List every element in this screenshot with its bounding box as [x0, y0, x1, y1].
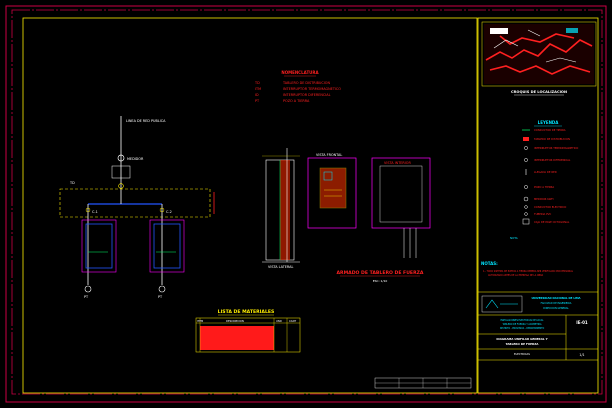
front-view-label: VISTA FRONTAL: [316, 153, 342, 157]
circuit-label-2: C-2: [166, 210, 172, 214]
legend-symbol-9: [524, 212, 528, 216]
logo-mark: [485, 299, 518, 309]
nomenclature-code-2: ITM: [255, 87, 261, 91]
legend-symbol-4: [524, 158, 528, 162]
project-line-1: INSTALACIONES ELECTRICAS DE LOCAL: [500, 319, 544, 322]
legend-title: LEYENDA: [538, 120, 560, 125]
board-layout-title: ARMADO DE TABLERO DE FUERZA: [336, 270, 423, 276]
drawing-title-line-1: DIAGRAMA UNIFILAR GENERAL Y: [496, 337, 548, 341]
title-block: UNIVERSIDAD NACIONAL DE LIMA FACULTAD DE…: [478, 291, 598, 361]
ground-icon-2: [158, 285, 166, 293]
interior-view-cabinet: [371, 157, 431, 229]
legend-item-1: CONDUCTOR DE TIERRA: [534, 128, 566, 132]
board-label: TD: [69, 181, 75, 185]
board-layout-scale: ESC: 1/10: [373, 279, 388, 283]
sheet-number: 1/1: [579, 353, 584, 357]
location-map-title: CROQUIS DE LOCALIZACION: [511, 90, 567, 94]
legend-footer: NOTA: [510, 236, 518, 240]
legend-item-6: POZO A TIERRA: [534, 185, 554, 189]
nomenclature-text-3: INTERRUPTOR DIFERENCIAL: [283, 93, 331, 97]
ground-icon-1: [84, 285, 92, 293]
materials-body: [200, 326, 274, 350]
board-assembly: VISTA LATERAL VISTA FRONTAL VISTA INTERI…: [262, 148, 431, 283]
legend-item-8: CONDUCTOR ELECTRICO: [534, 205, 566, 209]
nomenclature-code-4: PT: [255, 99, 260, 103]
legend-item-7: MEDIDOR KWH: [534, 197, 553, 201]
side-view-label: VISTA LATERAL: [268, 265, 293, 269]
notes: NOTAS: 1.- TODO SISTEMA DE PUESTA A TIER…: [481, 261, 574, 277]
ground-label-1: PT: [84, 295, 89, 299]
materials-col-desc: DESCRIPCION: [226, 319, 244, 323]
drawing-title-line-2: TABLERO DE FUERZA: [506, 342, 540, 346]
nomenclature-code-3: ID: [255, 93, 259, 97]
revision-table: [374, 377, 472, 389]
distribution-board-outline: [59, 188, 211, 218]
single-line-diagram: LINEA DE RED PUBLICA MEDIDOR TD C-1 PT C…: [59, 116, 215, 299]
notes-title: NOTAS:: [481, 261, 498, 266]
materials-list: LISTA DE MATERIALES ITEM DESCRIPCION UND…: [195, 309, 301, 353]
legend-item-3: INTERRUPTOR TERMOMAGNETICO: [534, 146, 578, 150]
legend: LEYENDA CONDUCTOR DE TIERRA TABLERO DE D…: [510, 120, 578, 240]
project-line-2: TABLERO DE FUERZA Y ACOMETIDA: [502, 323, 542, 326]
source-label: LINEA DE RED PUBLICA: [126, 119, 166, 123]
nomenclature-title: NOMENCLATURA: [281, 70, 319, 75]
legend-item-2: TABLERO DE DISTRIBUCION: [534, 137, 570, 141]
legend-item-4: INTERRUPTOR DIFERENCIAL: [534, 158, 571, 162]
branch-1-panel: [81, 219, 117, 273]
interior-view-label: VISTA INTERIOR: [384, 161, 411, 165]
meter-label: MEDIDOR: [127, 157, 144, 161]
branch-2-panel: [149, 219, 185, 273]
legend-symbol-6: [524, 185, 528, 189]
nomenclature-text-2: INTERRUPTOR TERMOMAGNETICO: [283, 87, 341, 91]
nomenclature-code-1: TD: [254, 81, 260, 85]
notes-line-1: 1.- TODO SISTEMA DE PUESTA A TIERRA DEBE…: [483, 270, 574, 273]
nomenclature-text-1: TABLERO DE DISTRIBUCION: [282, 81, 330, 85]
nomenclature-block: NOMENCLATURA TD TABLERO DE DISTRIBUCION …: [254, 70, 341, 103]
sheet-code: IE-01: [576, 320, 588, 325]
materials-col-qty: CANT: [289, 319, 297, 323]
legend-symbol-8: [524, 205, 528, 209]
materials-title: LISTA DE MATERIALES: [218, 309, 275, 315]
legend-symbol-2: [523, 137, 529, 141]
materials-col-unit: UND: [276, 319, 282, 323]
institution-line-1: UNIVERSIDAD NACIONAL DE LIMA: [531, 296, 580, 300]
location-map: CROQUIS DE LOCALIZACION: [481, 21, 597, 96]
legend-item-10: CAJA DE PASE OCTOGONAL: [534, 220, 570, 224]
legend-symbol-10: [522, 218, 530, 225]
legend-item-9: TUBERIA PVC: [534, 212, 551, 216]
notes-line-2: AUTORIZADO ANTES DE LA ENTREGA DE LA OBR…: [488, 274, 544, 277]
legend-item-5: LLEGADA DE RED: [534, 170, 557, 174]
nomenclature-text-4: POZO A TIERRA: [283, 99, 310, 103]
institution-line-2: FACULTAD DE INGENIERIA: [541, 302, 572, 305]
cad-drawing-sheet: NOMENCLATURA TD TABLERO DE DISTRIBUCION …: [5, 5, 607, 403]
ground-label-2: PT: [158, 295, 163, 299]
legend-symbol-3: [524, 146, 528, 150]
project-line-3: DISTRITO - PROVINCIA - DEPARTAMENTO: [500, 327, 545, 330]
circuit-label-1: C-1: [92, 210, 98, 214]
legend-symbol-7: [523, 196, 529, 202]
institution-line-3: DIRECCION GENERAL: [543, 307, 569, 310]
specialty-label: ELECTRICAS: [514, 352, 530, 356]
materials-col-item: ITEM: [197, 319, 203, 323]
